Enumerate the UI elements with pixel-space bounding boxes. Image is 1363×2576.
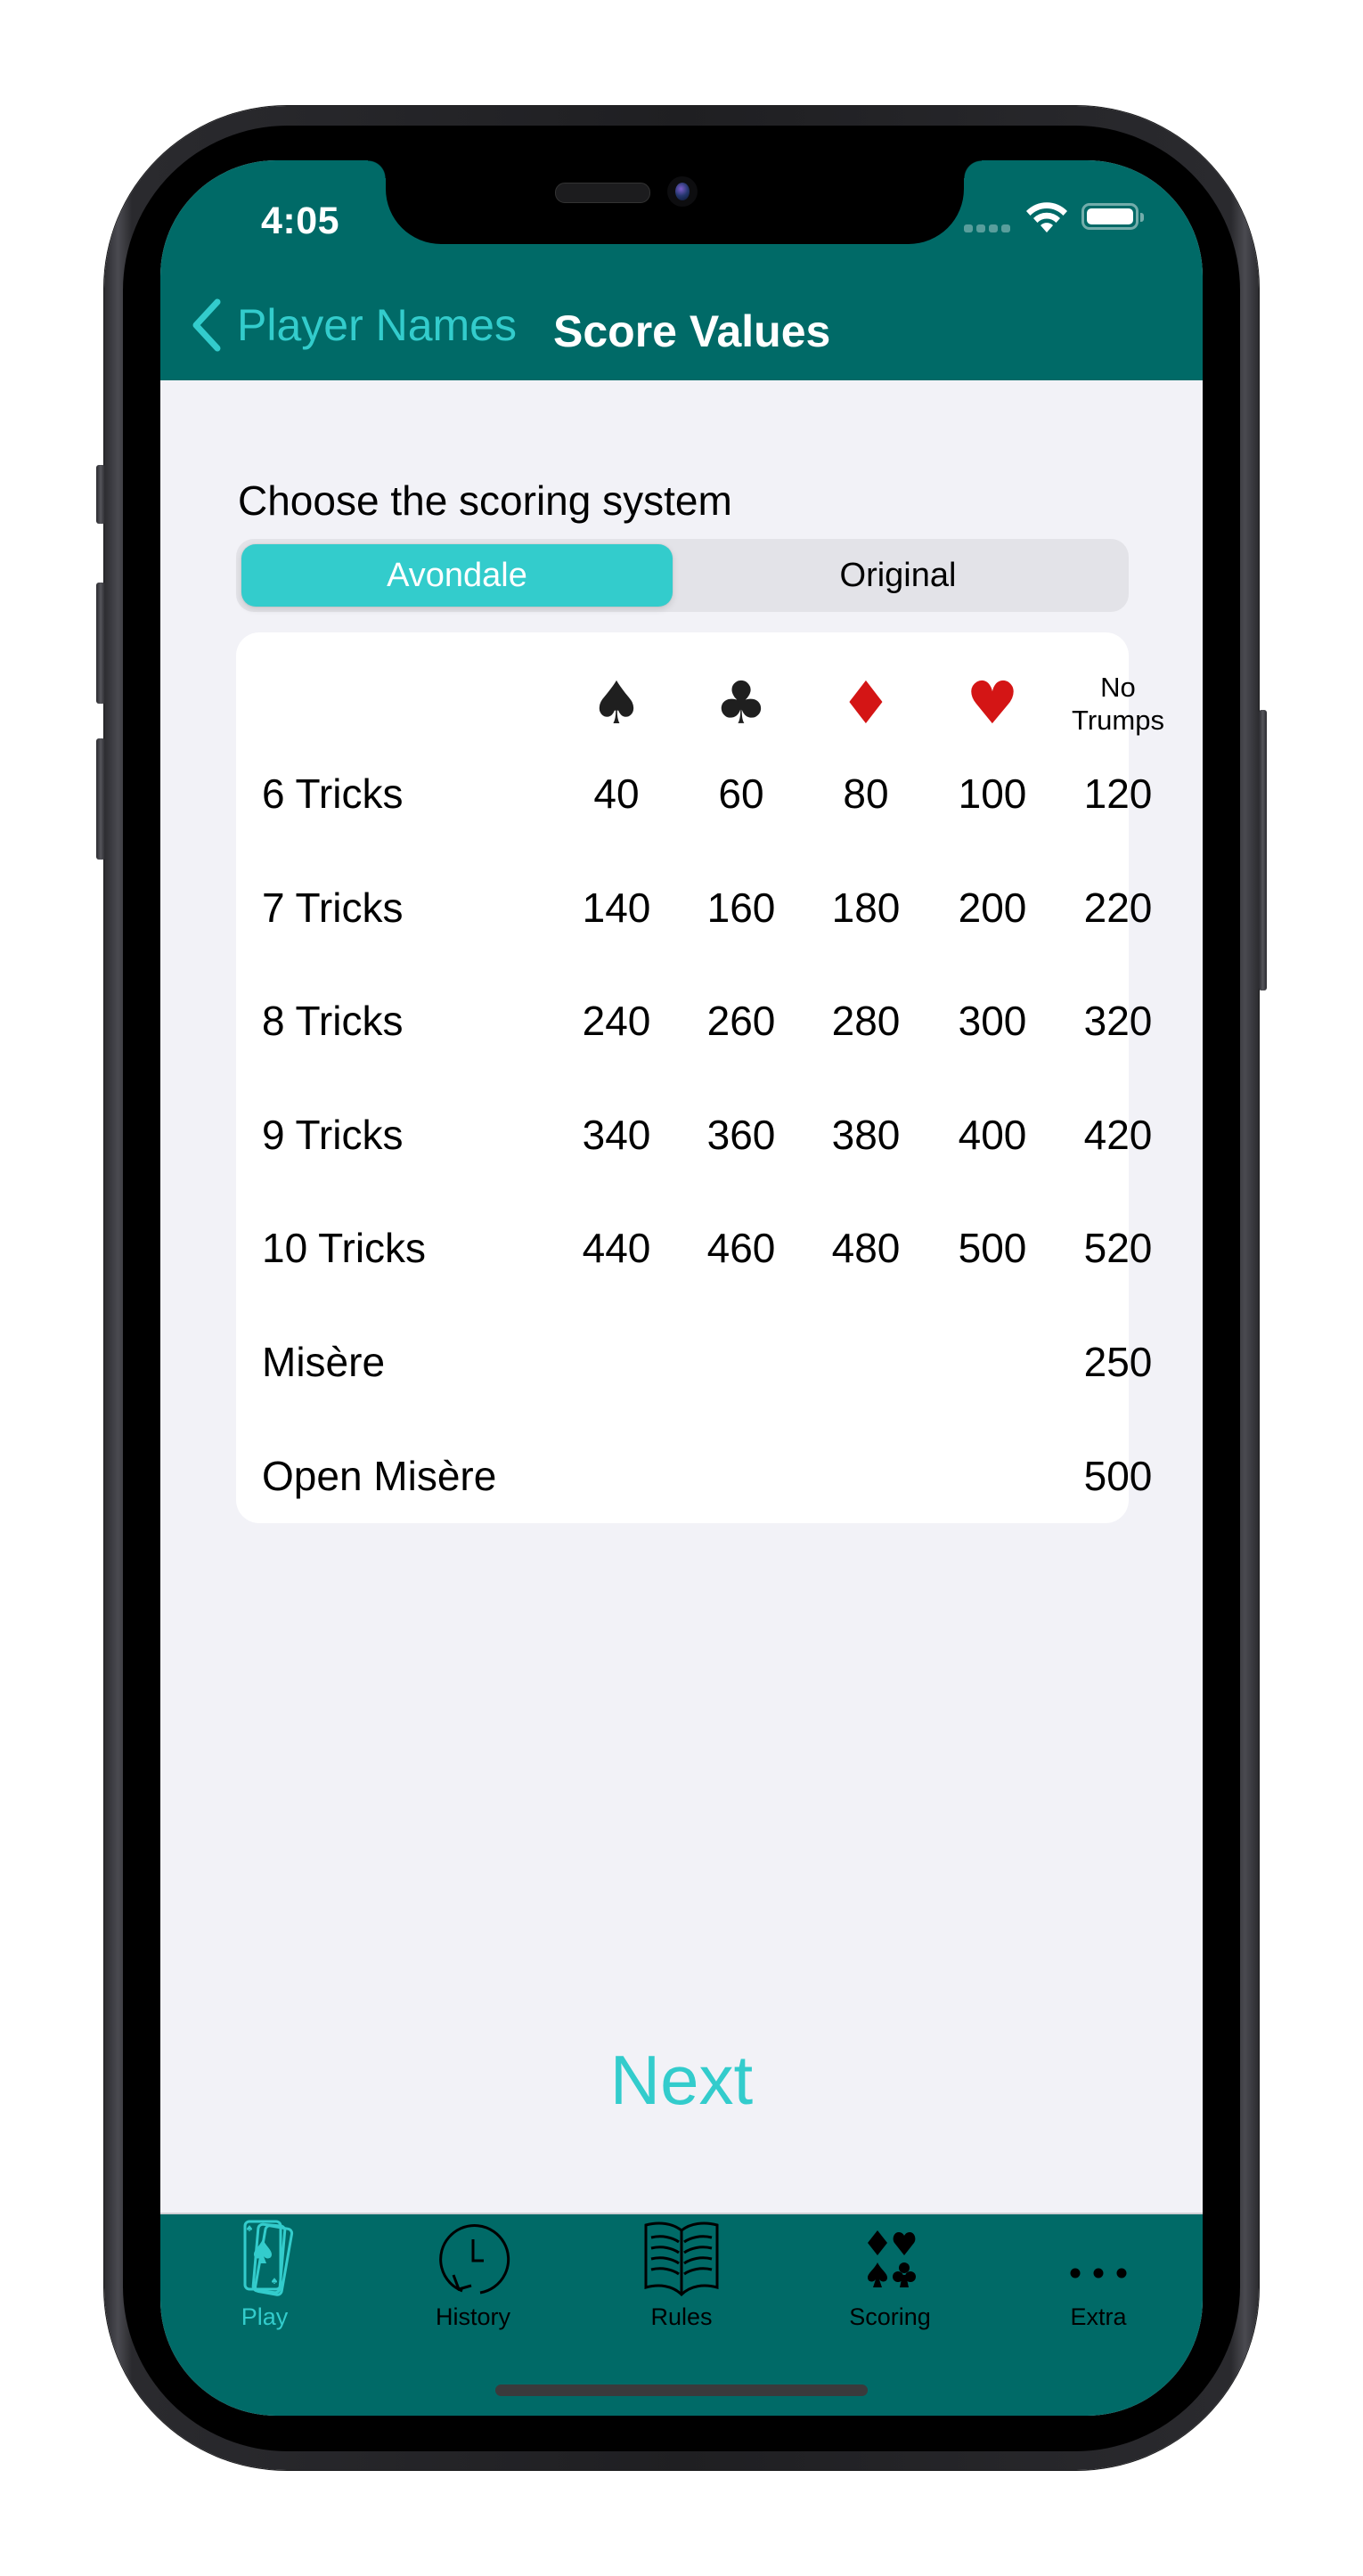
volume-down-button	[96, 738, 105, 860]
score-cell: 40	[593, 770, 640, 817]
score-cell: 480	[831, 1225, 901, 1272]
column-header-hearts: ♥	[939, 659, 1046, 748]
row-label: Misère	[262, 1339, 386, 1385]
more-dots-icon	[1070, 2268, 1127, 2278]
score-cell: 80	[843, 770, 889, 817]
scoring-system-segmented-control: Avondale Original	[236, 539, 1129, 612]
mute-switch	[96, 465, 105, 524]
page-title: Score Values	[553, 306, 831, 356]
scoring-system-label: Choose the scoring system	[238, 477, 732, 524]
score-cell: 460	[706, 1225, 776, 1272]
tab-history-label: History	[435, 2303, 510, 2330]
score-cell: 120	[1083, 770, 1153, 817]
score-table: ♠ ♣ ♦ ♥ No Trumps 6 Tricks 40 60 80 100 120 7 …	[236, 632, 1164, 1523]
score-cell: 260	[706, 998, 776, 1045]
score-cell	[688, 1317, 795, 1406]
score-cell	[939, 1317, 1046, 1406]
score-row: 9 Tricks 340 360 380 400 420	[236, 1090, 1152, 1179]
tab-rules-label: Rules	[650, 2303, 713, 2330]
score-cell: 500	[1083, 1452, 1153, 1499]
back-button-label: Player Names	[237, 300, 517, 350]
score-cell: 380	[831, 1111, 901, 1158]
home-indicator[interactable]	[495, 2384, 868, 2396]
score-cell: 420	[1083, 1111, 1153, 1158]
column-header-spades: ♠	[563, 659, 670, 748]
front-camera	[667, 176, 698, 207]
score-cell: 320	[1083, 998, 1153, 1045]
tab-scoring[interactable]: Scoring	[786, 2214, 994, 2339]
tab-extra-label: Extra	[1070, 2303, 1127, 2330]
score-cell	[563, 1317, 670, 1406]
score-cell: 180	[831, 884, 901, 931]
tab-rules[interactable]: Rules	[577, 2214, 786, 2339]
row-label: Open Misère	[262, 1452, 497, 1499]
score-row: 10 Tricks 440 460 480 500 520	[236, 1203, 1152, 1292]
column-header-clubs: ♣	[688, 659, 795, 748]
score-cell: 100	[958, 770, 1027, 817]
screen: 4:05 Player Names Score Values Choose th…	[160, 160, 1203, 2416]
score-cell	[812, 1431, 919, 1520]
device-notch	[368, 160, 982, 244]
tab-play[interactable]: Play	[160, 2214, 369, 2339]
score-row: Open Misère 500	[236, 1431, 1152, 1520]
tab-extra[interactable]: Extra	[994, 2214, 1203, 2339]
chevron-left-icon	[192, 298, 221, 352]
row-label: 6 Tricks	[262, 770, 404, 817]
spade-icon: ♠	[590, 669, 643, 738]
row-label: 7 Tricks	[262, 884, 404, 931]
score-cell: 300	[958, 998, 1027, 1045]
score-row: Misère 250	[236, 1317, 1152, 1406]
tab-play-label: Play	[241, 2303, 289, 2330]
segment-original[interactable]: Original	[673, 544, 1123, 607]
score-cell: 500	[958, 1225, 1027, 1272]
card-suits-icon	[868, 2230, 916, 2287]
playing-cards-icon	[243, 2220, 294, 2296]
row-label: 9 Tricks	[262, 1111, 404, 1158]
segment-avondale[interactable]: Avondale	[241, 544, 673, 607]
wifi-icon	[1026, 202, 1067, 232]
column-header-diamonds: ♦	[812, 659, 919, 748]
score-row: 6 Tricks 40 60 80 100 120	[236, 749, 1152, 838]
no-trumps-line2: Trumps	[1072, 705, 1164, 736]
score-cell: 400	[958, 1111, 1027, 1158]
score-cell: 250	[1083, 1339, 1153, 1385]
status-time: 4:05	[261, 200, 340, 242]
column-header-no-trumps: No Trumps	[1065, 659, 1171, 748]
score-cell: 280	[831, 998, 901, 1045]
signal-dots-icon	[964, 224, 1010, 232]
diamond-icon: ♦	[839, 669, 893, 738]
row-label: 8 Tricks	[262, 998, 404, 1045]
score-cell	[688, 1431, 795, 1520]
next-button[interactable]: Next	[548, 2031, 815, 2129]
club-icon: ♣	[714, 669, 768, 738]
score-cell: 340	[582, 1111, 651, 1158]
score-cell	[563, 1431, 670, 1520]
no-trumps-line1: No	[1100, 672, 1136, 703]
score-cell: 360	[706, 1111, 776, 1158]
score-row: 7 Tricks 140 160 180 200 220	[236, 863, 1152, 952]
power-button	[1259, 710, 1267, 990]
back-button[interactable]: Player Names	[191, 298, 517, 352]
score-cell: 60	[718, 770, 764, 817]
earpiece-speaker	[555, 183, 650, 203]
score-cell: 220	[1083, 884, 1153, 931]
heart-icon: ♥	[966, 669, 1019, 738]
open-book-icon	[644, 2221, 719, 2297]
battery-full-icon	[1081, 203, 1144, 230]
score-cell: 200	[958, 884, 1027, 931]
score-cell: 240	[582, 998, 651, 1045]
tab-scoring-label: Scoring	[849, 2303, 931, 2330]
score-cell	[812, 1317, 919, 1406]
score-cell: 520	[1083, 1225, 1153, 1272]
score-cell: 140	[582, 884, 651, 931]
score-cell: 440	[582, 1225, 651, 1272]
score-cell: 160	[706, 884, 776, 931]
score-cell	[939, 1431, 1046, 1520]
history-clock-icon	[439, 2224, 510, 2295]
score-row: 8 Tricks 240 260 280 300 320	[236, 976, 1152, 1065]
tab-history[interactable]: History	[369, 2214, 577, 2339]
volume-up-button	[96, 583, 105, 704]
row-label: 10 Tricks	[262, 1225, 427, 1272]
